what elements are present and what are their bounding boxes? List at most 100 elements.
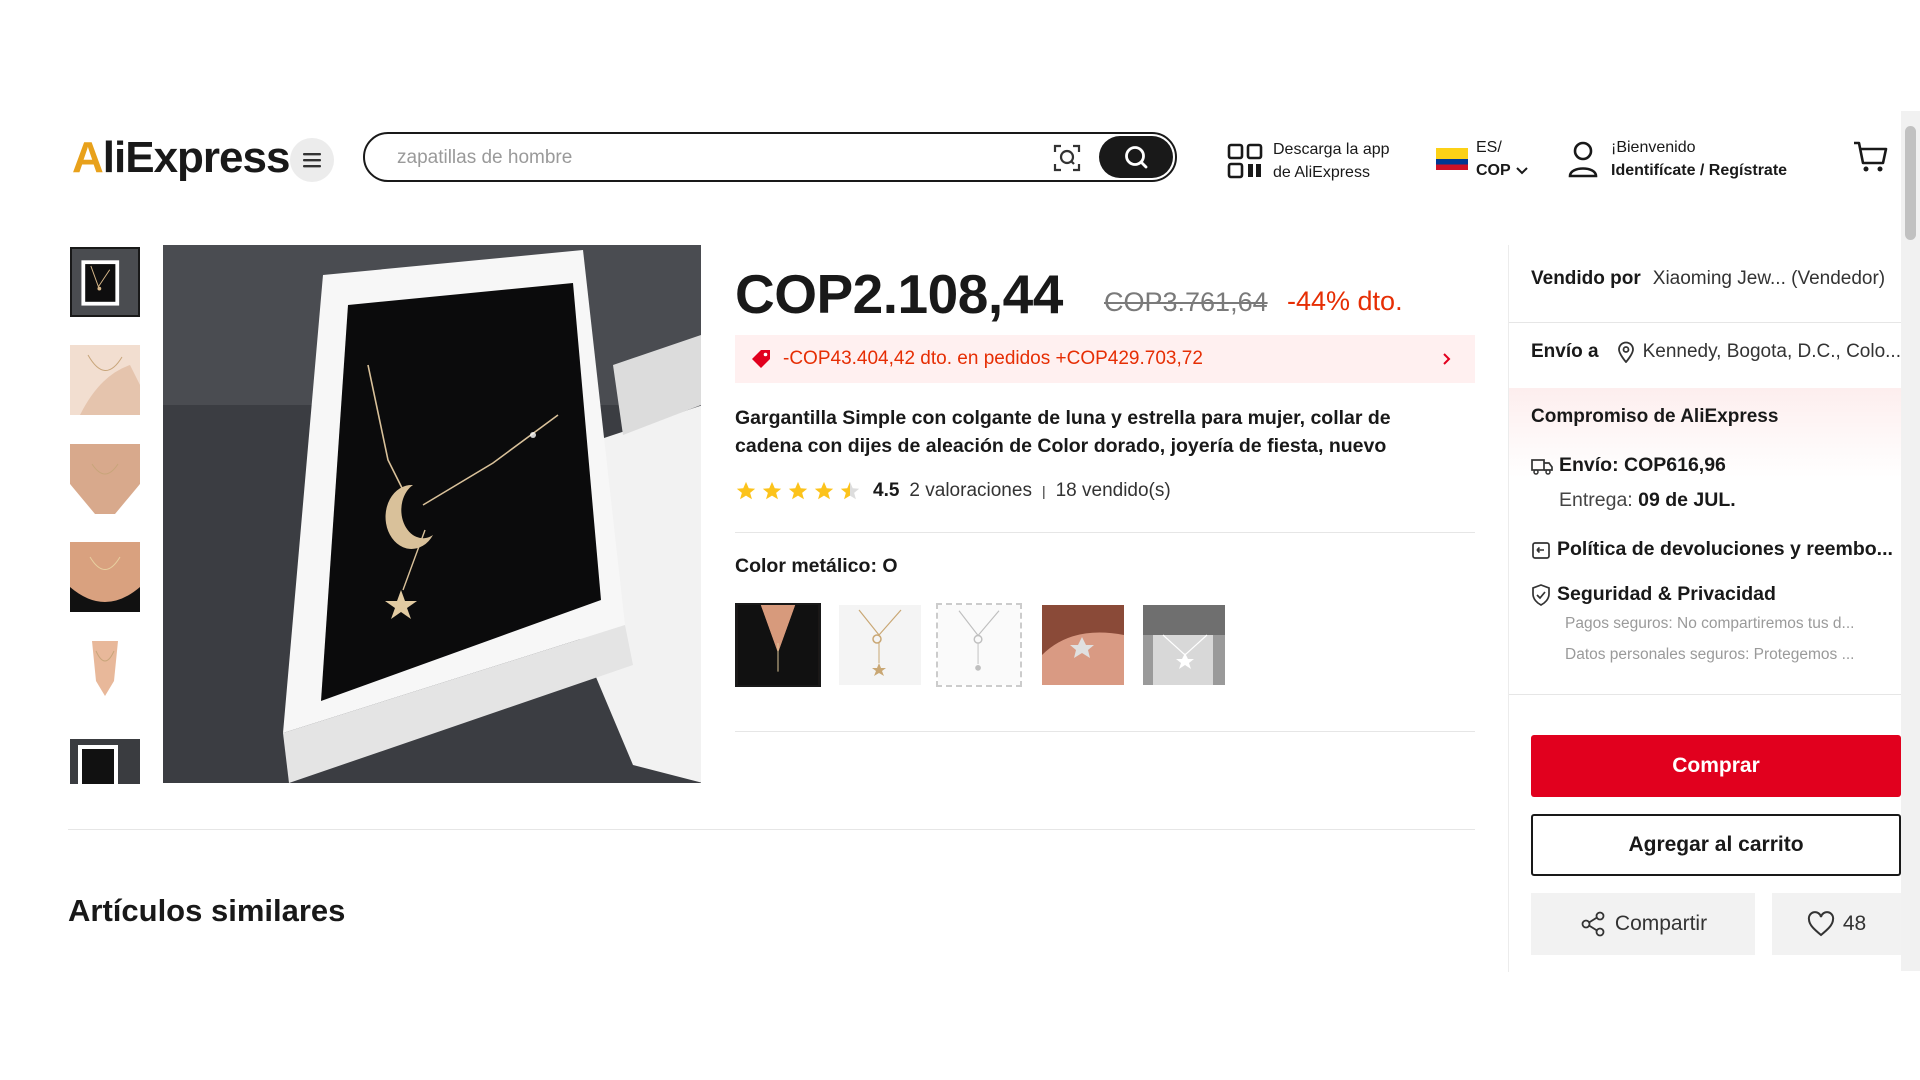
shipping-info[interactable]: Envío: COP616,96 <box>1531 454 1726 477</box>
gallery-thumbnail-3[interactable] <box>70 444 140 514</box>
welcome-text: ¡Bienvenido <box>1611 139 1696 156</box>
chevron-right-icon <box>1443 353 1451 365</box>
ship-to-label: Envío a <box>1531 341 1599 362</box>
half-star-icon <box>840 481 860 500</box>
search-button[interactable] <box>1099 136 1173 178</box>
hamburger-icon <box>303 153 321 168</box>
app-line-1: Descarga la app <box>1273 141 1390 158</box>
rating-row[interactable]: 4.5 2 valoraciones | 18 vendido(s) <box>735 480 1171 502</box>
gallery-thumbnail-2[interactable] <box>70 345 140 415</box>
hand-necklace-thumbnail <box>70 345 140 415</box>
user-icon <box>1568 141 1598 178</box>
swatch-image <box>938 605 1020 685</box>
neck-shirt-collar-thumbnail <box>70 641 140 711</box>
promise-title: Compromiso de AliExpress <box>1531 406 1779 427</box>
security-privacy[interactable]: Seguridad & Privacidad <box>1531 583 1776 606</box>
swatch-image <box>1042 605 1124 685</box>
color-swatch-5[interactable] <box>1143 605 1225 685</box>
logo-text: liExpress <box>102 133 291 182</box>
add-to-cart-button[interactable]: Agregar al carrito <box>1531 814 1901 876</box>
returns-text: Política de devoluciones y reembo... <box>1557 538 1893 560</box>
heart-icon <box>1807 911 1834 937</box>
cart-button[interactable] <box>1853 140 1889 179</box>
signin-link[interactable]: Identifícate / Regístrate <box>1611 159 1787 182</box>
seller-row[interactable]: Vendido por Xiaoming Jew... (Vendedor) <box>1531 268 1885 290</box>
search-input[interactable] <box>395 143 1099 173</box>
location-pin-icon <box>1617 341 1634 363</box>
neck-black-top-thumbnail <box>70 542 140 612</box>
star-icon <box>788 481 808 500</box>
app-line-2: de AliExpress <box>1273 164 1370 181</box>
original-price: COP3.761,64 <box>1104 287 1268 317</box>
sold-by-label: Vendido por <box>1531 268 1641 289</box>
delivery-row: Entrega: 09 de JUL. <box>1559 489 1736 512</box>
seller-name[interactable]: Xiaoming Jew... (Vendedor) <box>1653 268 1885 290</box>
share-button[interactable]: Compartir <box>1531 893 1755 955</box>
necklace-card-thumbnail <box>70 739 140 784</box>
aliexpress-logo[interactable]: AliExpress <box>72 133 291 183</box>
tag-icon <box>752 350 770 368</box>
app-download[interactable]: Descarga la app de AliExpress <box>1227 138 1390 184</box>
ship-to-row[interactable]: Envío a Kennedy, Bogota, D.C., Colo... <box>1531 341 1901 363</box>
discount-badge: -44% dto. <box>1287 286 1403 316</box>
gallery-thumbnail-6[interactable] <box>70 739 140 784</box>
swatch-image <box>1143 605 1225 685</box>
security-title: Seguridad & Privacidad <box>1557 583 1776 605</box>
gallery-thumbnail-1[interactable] <box>70 247 140 317</box>
star-icon <box>762 481 782 500</box>
image-search-icon[interactable] <box>1053 144 1081 172</box>
similar-items-heading: Artículos similares <box>68 893 346 928</box>
return-box-icon <box>1532 541 1550 559</box>
divider <box>735 532 1475 533</box>
scrollbar-track[interactable] <box>1901 111 1920 971</box>
colombia-flag-icon <box>1436 148 1468 170</box>
wishlist-count: 48 <box>1842 912 1867 935</box>
search-bar <box>363 132 1177 182</box>
star-icon <box>736 481 756 500</box>
divider <box>1509 322 1901 323</box>
qr-code-icon <box>1227 143 1263 179</box>
cart-icon <box>1854 141 1888 172</box>
product-title: Gargantilla Simple con colgante de luna … <box>735 407 1391 457</box>
neck-white-shirt-thumbnail <box>70 444 140 514</box>
main-product-image[interactable] <box>163 245 701 783</box>
sold-count: 18 vendido(s) <box>1055 480 1171 501</box>
color-swatch-4[interactable] <box>1042 605 1124 685</box>
shipping-cost: Envío: COP616,96 <box>1559 454 1726 476</box>
menu-button[interactable] <box>290 138 334 182</box>
returns-policy[interactable]: Política de devoluciones y reembo... <box>1531 538 1893 561</box>
gallery-thumbnail-4[interactable] <box>70 542 140 612</box>
color-swatch-3[interactable] <box>936 603 1022 687</box>
coupon-text: -COP43.404,42 dto. en pedidos +COP429.70… <box>783 348 1203 369</box>
shield-icon <box>1532 583 1550 606</box>
color-swatch-2[interactable] <box>839 605 921 685</box>
divider <box>68 829 1475 830</box>
divider <box>1509 694 1901 695</box>
delivery-label: Entrega: <box>1559 489 1633 511</box>
wishlist-button[interactable]: 48 <box>1772 893 1901 955</box>
review-count[interactable]: 2 valoraciones <box>909 480 1032 502</box>
product-price: COP2.108,44 <box>735 263 1063 325</box>
gallery-thumbnail-5[interactable] <box>70 641 140 711</box>
search-icon <box>1125 146 1148 169</box>
scrollbar-thumb[interactable] <box>1905 126 1916 240</box>
security-sub-payments: Pagos seguros: No compartiremos tus d... <box>1565 615 1855 632</box>
coupon-banner[interactable]: -COP43.404,42 dto. en pedidos +COP429.70… <box>735 335 1475 383</box>
language-label: ES/ <box>1476 139 1502 156</box>
currency-label: COP <box>1476 162 1511 179</box>
rating-value: 4.5 <box>873 480 900 501</box>
share-label: Compartir <box>1614 912 1708 935</box>
share-icon <box>1581 911 1605 937</box>
necklace-box-thumbnail <box>72 249 138 315</box>
delivery-date: 09 de JUL. <box>1638 489 1736 511</box>
account-menu[interactable]: ¡Bienvenido Identifícate / Regístrate <box>1567 136 1787 182</box>
truck-icon <box>1531 458 1553 475</box>
language-currency-selector[interactable]: ES/ COP <box>1436 136 1529 182</box>
ship-to-location: Kennedy, Bogota, D.C., Colo... <box>1642 341 1901 362</box>
color-swatch-1[interactable] <box>735 603 821 687</box>
swatch-image <box>737 605 819 685</box>
separator: | <box>1041 483 1046 499</box>
buy-now-button[interactable]: Comprar <box>1531 735 1901 797</box>
moon-star-necklace-image <box>163 245 701 783</box>
security-sub-data: Datos personales seguros: Protegemos ... <box>1565 646 1855 663</box>
